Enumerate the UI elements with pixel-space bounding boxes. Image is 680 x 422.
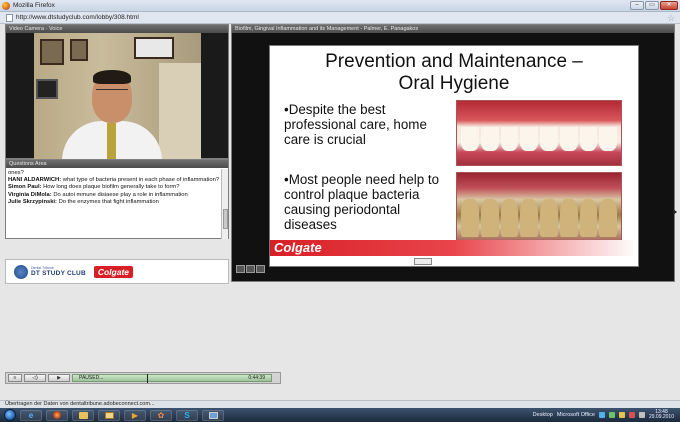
playback-time: 0:44:39 [248,375,265,381]
playback-scrubber[interactable] [147,374,148,383]
dt-study-club-icon [14,264,28,279]
sync-button[interactable] [246,265,255,273]
healthy-teeth-photo [456,100,622,166]
dt-study-club-logo: Dental Tribune DT STUDY CLUB [31,266,86,277]
presentation-pod: Biofilm, Gingival Inflammation and its M… [231,24,675,282]
slide-title: Prevention and Maintenance – Oral Hygien… [325,51,583,94]
folder-icon[interactable] [72,409,94,421]
shelf [159,63,201,159]
window-title: Mozilla Firefox [13,2,55,9]
question-item: ones? [8,170,24,176]
slide-bullet: •Most people need help to control plaque… [284,172,440,232]
presenter-tie [107,123,116,159]
questions-pod: Questions Area ones? HANI ALDARWICH: wha… [5,159,229,239]
video-pod-title: Video Camera - Voice [6,25,228,33]
window-controls: – ▭ ✕ [630,1,678,10]
options-button[interactable] [256,265,265,273]
playback-track[interactable]: PAUSED... 0:44:39 [72,374,272,383]
firefox-icon[interactable] [46,409,68,421]
playback-bar: ≡ ◁) ▶ PAUSED... 0:44:39 [5,372,281,384]
update-icon[interactable] [618,412,625,418]
wall-picture [70,39,88,61]
plaque-teeth-photo [456,172,622,250]
paint-icon[interactable]: ✿ [150,409,172,421]
explorer-icon[interactable] [98,409,120,421]
scrollbar-thumb[interactable] [223,209,228,229]
slide-thumbnail [414,258,432,265]
whiteboard [134,37,174,59]
wall-picture [40,39,64,65]
meeting-room: Video Camera - Voice Questions Area ones… [0,24,680,400]
minimize-button[interactable]: – [630,1,644,10]
office-toolbar[interactable]: Microsoft Office [557,412,595,418]
taskbar-tray: Desktop Microsoft Office 13:48 29.09.201… [533,409,680,421]
slide: Prevention and Maintenance – Oral Hygien… [269,45,639,267]
start-button[interactable] [4,409,16,421]
window-titlebar: Mozilla Firefox – ▭ ✕ [0,0,680,12]
slide-bullet: •Despite the best professional care, hom… [284,102,427,147]
presentation-pod-title: Biofilm, Gingival Inflammation and its M… [232,25,674,33]
presenter-hair [93,70,131,84]
firefox-icon [2,1,10,10]
desktop-toolbar[interactable]: Desktop [533,412,553,418]
star-icon[interactable]: ☆ [666,13,676,23]
questions-pod-title: Questions Area [6,160,228,168]
screen-icon[interactable] [202,409,224,421]
volume-icon[interactable] [638,412,645,418]
page-icon [6,13,13,22]
questions-list[interactable]: ones? HANI ALDARWICH: what type of bacte… [6,169,222,239]
skype-icon[interactable]: S [176,409,198,421]
status-bar: Übertragen der Daten von dentaltribune.a… [0,400,680,408]
slide-controls [236,265,265,273]
maximize-button[interactable]: ▭ [645,1,659,10]
alert-icon[interactable] [628,412,635,418]
question-item: Simon Paul: How long does plaque biofilm… [8,184,180,191]
playback-status: PAUSED... [79,375,104,381]
ie-icon[interactable]: e [20,409,42,421]
security-icon[interactable] [608,412,615,418]
questions-scrollbar[interactable] [221,169,228,239]
presenter-video [34,33,201,159]
mouse-cursor-icon [673,209,677,215]
windows-taskbar: e ▶ ✿ S Desktop Microsoft Office 13:48 2… [0,408,680,422]
network-icon[interactable] [598,412,605,418]
media-icon[interactable]: ▶ [124,409,146,421]
system-clock[interactable]: 13:48 29.09.2010 [649,409,674,421]
sponsor-logo-pod: Dental Tribune DT STUDY CLUB Colgate [5,259,229,284]
question-item: Julie Skrzypinski: Do the enzymes that f… [8,198,159,205]
fullscreen-button[interactable] [236,265,245,273]
menu-button[interactable]: ≡ [8,374,22,382]
colgate-logo: Colgate [93,265,134,278]
monitor [36,79,58,99]
teeth-row [461,127,617,151]
address-bar[interactable]: http://www.dtstudyclub.com/lobby/308.htm… [0,12,680,24]
play-button[interactable]: ▶ [48,374,70,382]
colgate-banner: Colgate [270,240,638,256]
volume-button[interactable]: ◁) [24,374,46,382]
presenter-glasses [96,89,128,95]
close-button[interactable]: ✕ [660,1,678,10]
question-item: Virginia DiMola: Do autoi mmune disiaese… [8,191,188,198]
question-item: HANI ALDARWICH: what type of bacteria pr… [8,177,220,184]
teeth-row [461,199,617,237]
video-camera-pod: Video Camera - Voice [5,24,229,159]
url-text[interactable]: http://www.dtstudyclub.com/lobby/308.htm… [16,14,666,21]
